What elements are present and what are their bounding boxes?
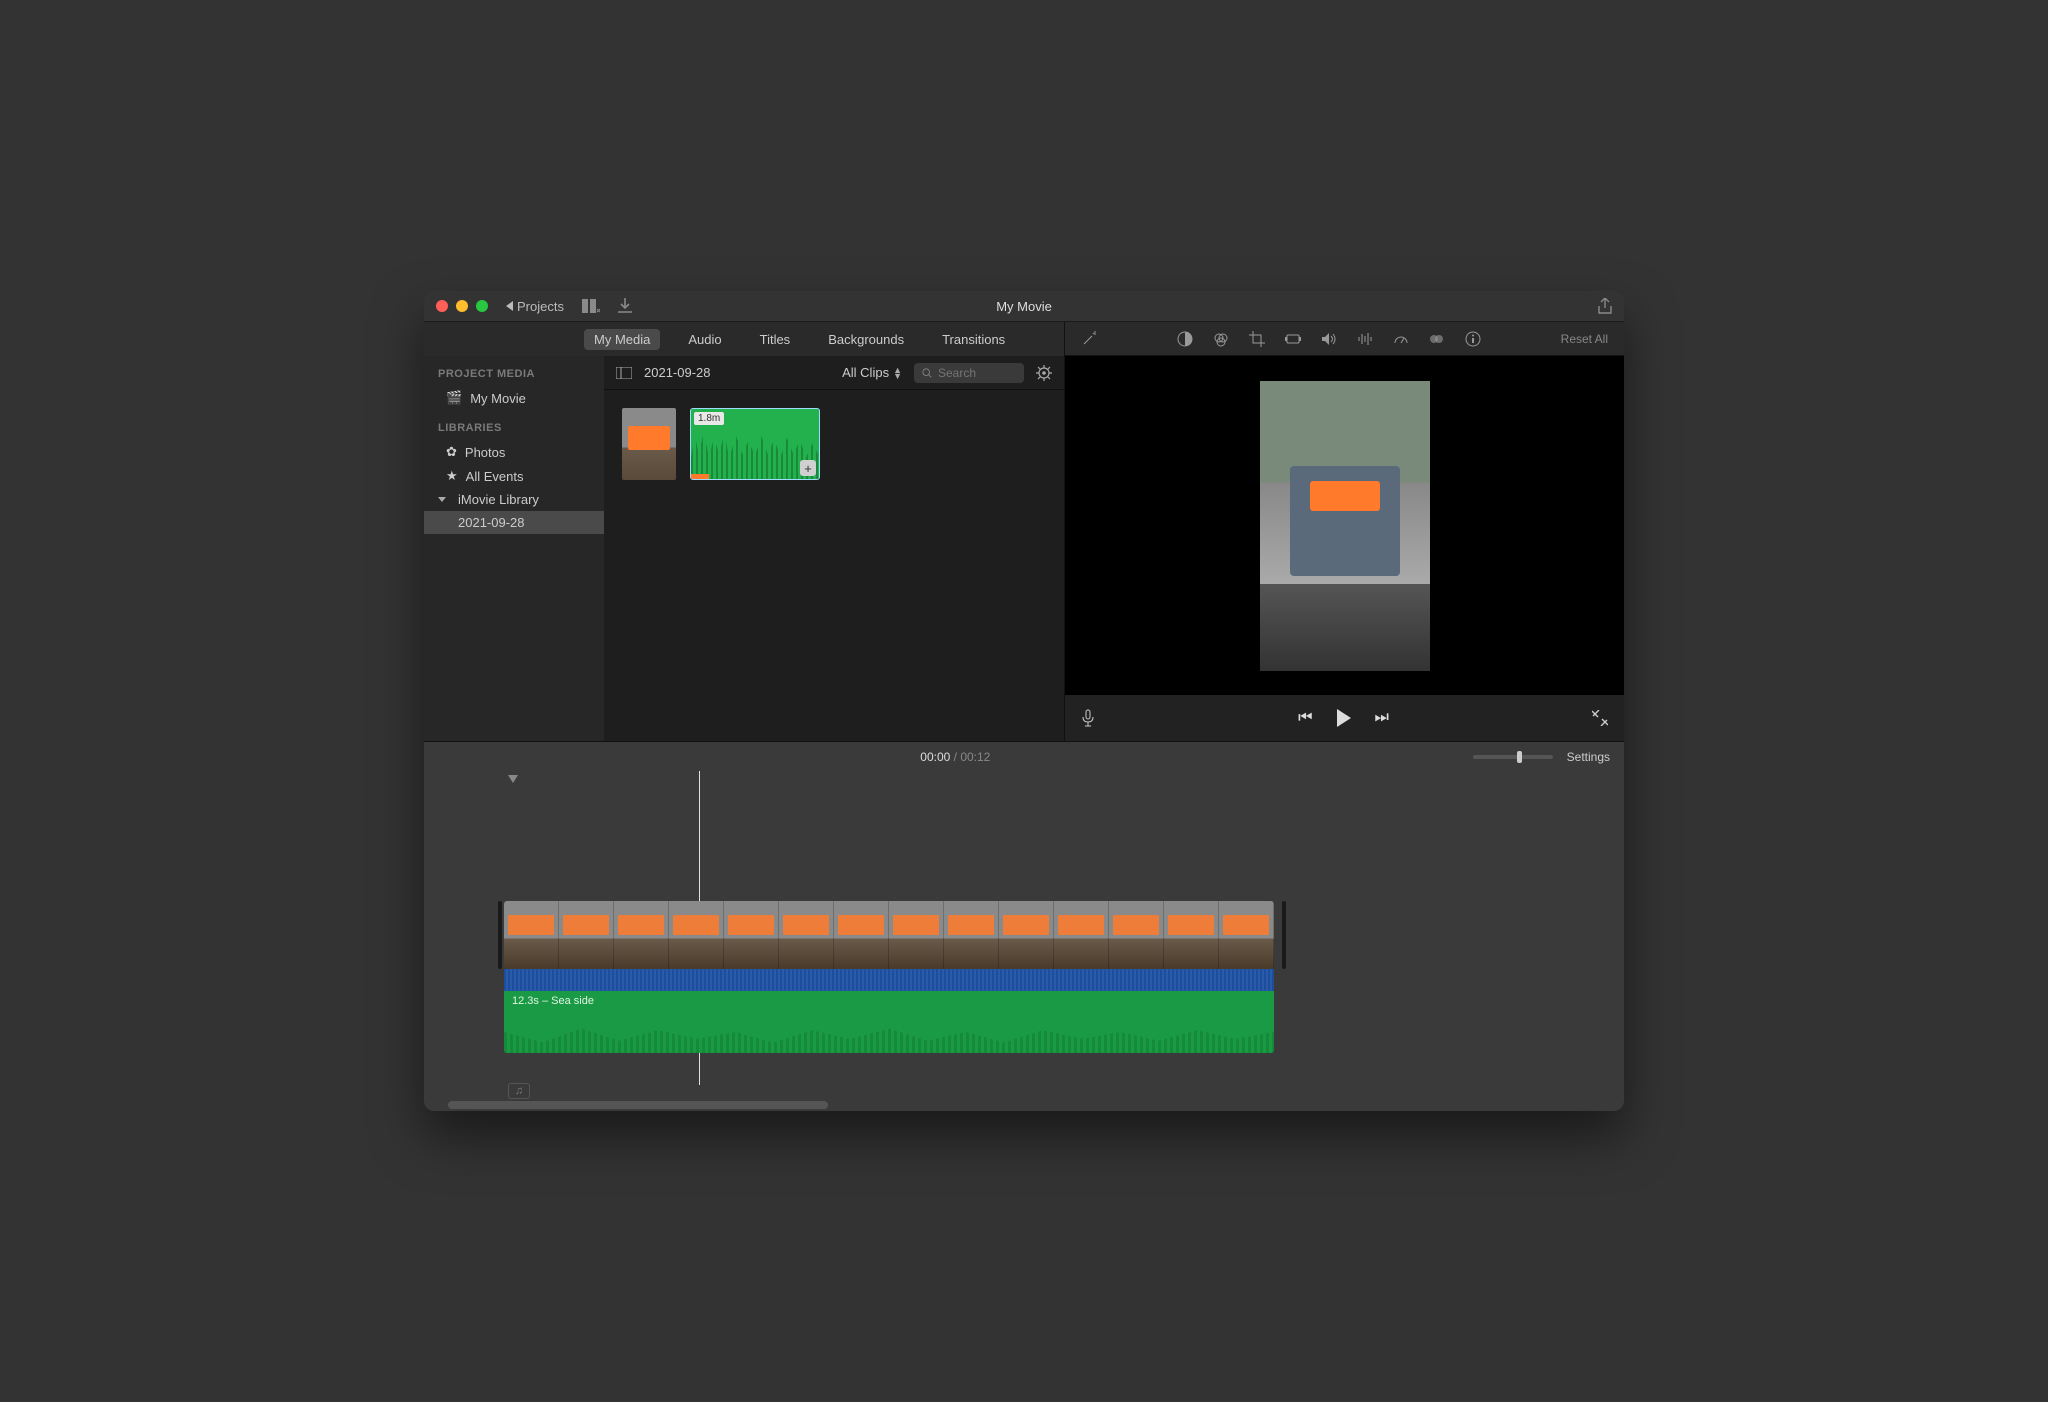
library-sidebar: PROJECT MEDIA 🎬 My Movie LIBRARIES ✿ Pho… xyxy=(424,356,604,741)
sidebar-toggle-icon[interactable] xyxy=(616,367,632,379)
sidebar-item-all-events[interactable]: ★ All Events xyxy=(424,464,604,488)
used-range-indicator xyxy=(691,474,709,479)
disclosure-triangle-icon[interactable] xyxy=(438,497,446,502)
horizontal-scrollbar[interactable] xyxy=(448,1101,828,1109)
enhance-wand-icon[interactable] xyxy=(1081,331,1097,347)
play-icon[interactable] xyxy=(1337,709,1351,727)
video-audio-waveform[interactable] xyxy=(504,969,1274,991)
color-correction-icon[interactable] xyxy=(1213,331,1229,347)
media-browser-pane: My Media Audio Titles Backgrounds Transi… xyxy=(424,322,1064,741)
clip-filter-icon[interactable] xyxy=(1429,331,1445,347)
traffic-lights xyxy=(436,300,488,312)
audio-track-label: 12.3s – Sea side xyxy=(512,995,594,1007)
import-icon[interactable] xyxy=(618,298,632,314)
total-duration: 00:12 xyxy=(960,750,990,764)
video-track[interactable] xyxy=(504,901,1274,969)
project-name: My Movie xyxy=(470,391,526,406)
zoom-slider[interactable] xyxy=(1473,755,1553,759)
tab-transitions[interactable]: Transitions xyxy=(932,329,1015,350)
video-viewer[interactable] xyxy=(1065,356,1624,695)
clip-duration-tag: 1.8m xyxy=(694,412,724,425)
search-input[interactable] xyxy=(938,366,1016,380)
stabilization-icon[interactable] xyxy=(1285,331,1301,347)
sidebar-item-imovie-library[interactable]: iMovie Library xyxy=(424,488,604,511)
timeline-tracks: 12.3s – Sea side xyxy=(504,901,1584,1053)
audio-waveform-icon xyxy=(504,1018,1274,1053)
clapperboard-icon: 🎬 xyxy=(446,390,462,406)
star-icon: ★ xyxy=(446,468,458,484)
tab-backgrounds[interactable]: Backgrounds xyxy=(818,329,914,350)
sidebar-item-project[interactable]: 🎬 My Movie xyxy=(424,386,604,410)
timeline[interactable]: 12.3s – Sea side ♫ xyxy=(424,771,1624,1111)
adjust-toolbar: Reset All xyxy=(1065,322,1624,356)
audio-track[interactable]: 12.3s – Sea side xyxy=(504,991,1274,1053)
voiceover-mic-icon[interactable] xyxy=(1081,709,1095,727)
search-field[interactable] xyxy=(914,363,1024,383)
libraries-header: LIBRARIES xyxy=(424,418,604,440)
search-icon xyxy=(922,367,932,379)
timeline-settings-button[interactable]: Settings xyxy=(1567,750,1610,764)
timeline-header: 00:00 / 00:12 Settings xyxy=(424,741,1624,771)
clip-handle-left[interactable] xyxy=(498,901,502,969)
add-to-timeline-icon[interactable]: + xyxy=(800,460,816,476)
close-window-icon[interactable] xyxy=(436,300,448,312)
browser-toolbar: 2021-09-28 All Clips ▲▼ xyxy=(604,356,1064,390)
upper-panes: My Media Audio Titles Backgrounds Transi… xyxy=(424,321,1624,741)
crop-icon[interactable] xyxy=(1249,331,1265,347)
reset-all-button[interactable]: Reset All xyxy=(1561,332,1608,346)
imovie-window: Projects My Movie My Media Audio Titles … xyxy=(424,291,1624,1111)
gear-icon[interactable] xyxy=(1036,365,1052,381)
preview-frame xyxy=(1260,381,1430,671)
tab-titles[interactable]: Titles xyxy=(750,329,801,350)
video-frame-thumb xyxy=(504,901,559,969)
volume-icon[interactable] xyxy=(1321,331,1337,347)
video-clip-thumb[interactable] xyxy=(622,408,676,480)
speed-icon[interactable] xyxy=(1393,331,1409,347)
info-icon[interactable] xyxy=(1465,331,1481,347)
event-name: 2021-09-28 xyxy=(644,365,711,380)
fullscreen-icon[interactable] xyxy=(1592,710,1608,726)
updown-icon: ▲▼ xyxy=(893,367,902,379)
clip-browser: 2021-09-28 All Clips ▲▼ xyxy=(604,356,1064,741)
timeline-ruler[interactable] xyxy=(424,771,1624,789)
clip-filter-dropdown[interactable]: All Clips ▲▼ xyxy=(842,365,902,380)
sidebar-item-event[interactable]: 2021-09-28 xyxy=(424,511,604,534)
flower-icon: ✿ xyxy=(446,444,457,460)
audio-clip-thumb[interactable]: 1.8m + xyxy=(690,408,820,480)
titlebar: Projects My Movie xyxy=(424,291,1624,321)
clips-area[interactable]: 1.8m + xyxy=(604,390,1064,741)
tab-audio[interactable]: Audio xyxy=(678,329,731,350)
back-label: Projects xyxy=(517,299,564,314)
current-time: 00:00 xyxy=(920,750,950,764)
project-media-header: PROJECT MEDIA xyxy=(424,364,604,386)
skip-forward-icon[interactable]: ⏭ xyxy=(1375,709,1389,727)
back-to-projects-button[interactable]: Projects xyxy=(506,299,564,314)
skip-back-icon[interactable]: ⏮ xyxy=(1298,709,1312,727)
share-icon[interactable] xyxy=(1598,298,1612,314)
noise-reduction-icon[interactable] xyxy=(1357,331,1373,347)
transport-controls: ⏮ ⏭ xyxy=(1065,695,1624,741)
tab-my-media[interactable]: My Media xyxy=(584,329,660,350)
window-title: My Movie xyxy=(996,299,1052,314)
music-well-icon[interactable]: ♫ xyxy=(508,1083,530,1099)
library-view-icon[interactable] xyxy=(582,299,600,313)
media-tabs: My Media Audio Titles Backgrounds Transi… xyxy=(424,322,1064,356)
sidebar-item-photos[interactable]: ✿ Photos xyxy=(424,440,604,464)
ruler-marker-icon xyxy=(508,775,518,783)
color-balance-icon[interactable] xyxy=(1177,331,1193,347)
minimize-window-icon[interactable] xyxy=(456,300,468,312)
chevron-left-icon xyxy=(506,301,513,311)
preview-pane: Reset All ⏮ ⏭ xyxy=(1064,322,1624,741)
fullscreen-window-icon[interactable] xyxy=(476,300,488,312)
timeline-index: 00:00 / 00:12 xyxy=(438,750,1473,764)
